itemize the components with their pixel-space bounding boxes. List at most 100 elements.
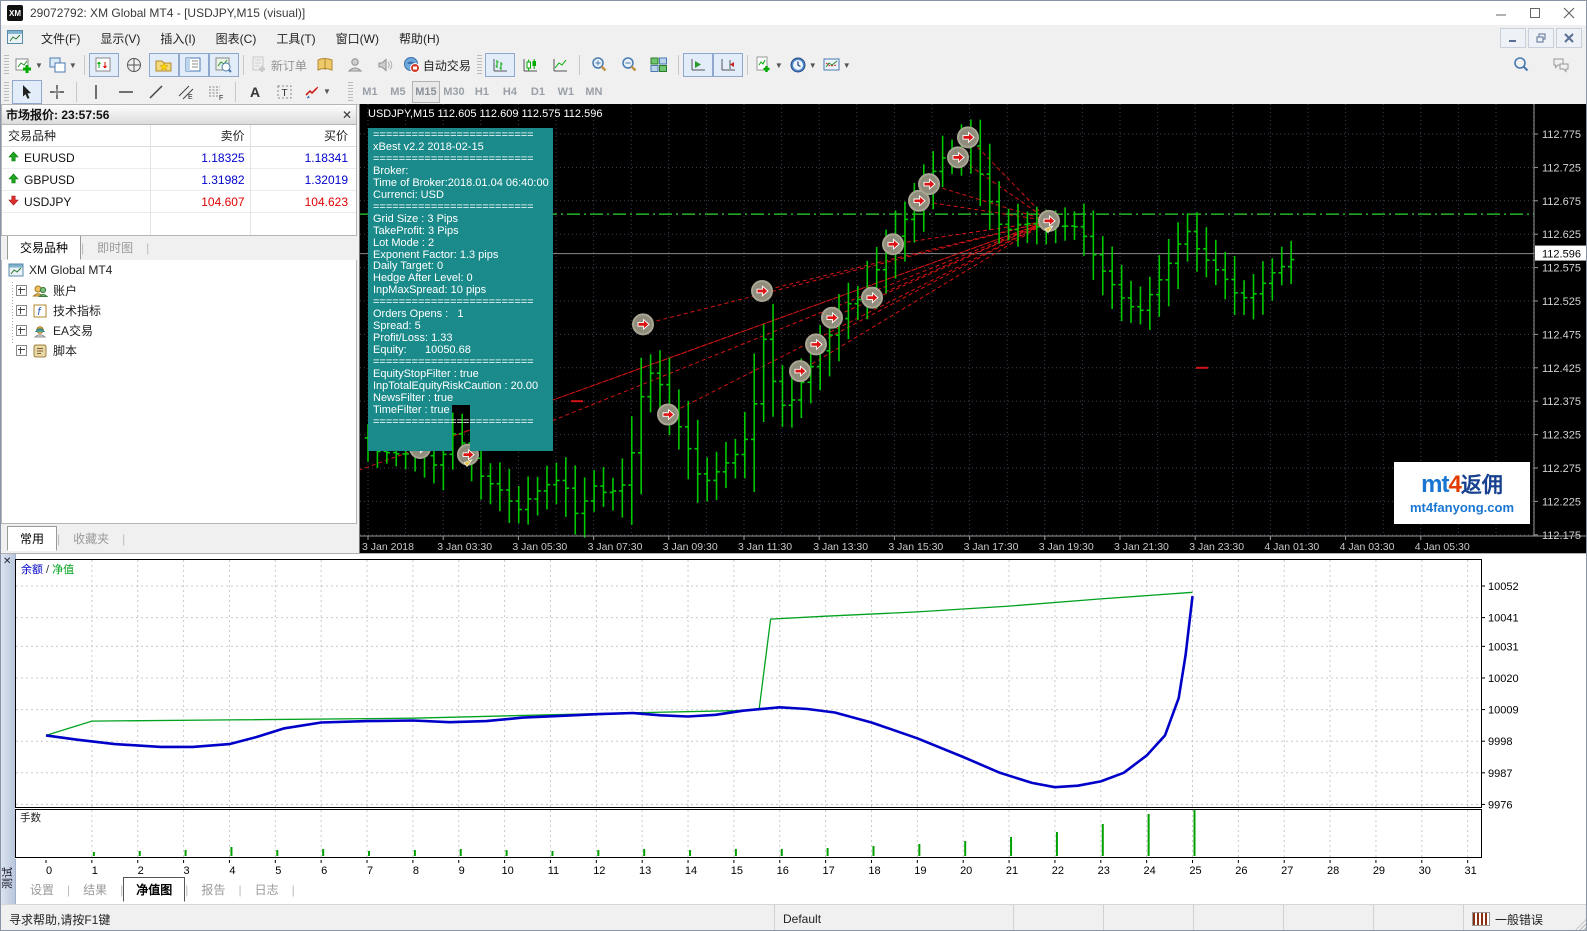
tile-windows-icon[interactable] [644, 53, 674, 77]
symbol-row-usdjpy[interactable]: USDJPY104.607104.623 [2, 191, 356, 213]
chat-icon[interactable] [1546, 53, 1576, 77]
menu-item[interactable]: 窗口(W) [326, 28, 389, 50]
mdi-close-icon[interactable] [1556, 28, 1582, 48]
tester-tab-4[interactable]: 日志 [242, 877, 292, 902]
timeframe-h4[interactable]: H4 [496, 81, 524, 103]
lots-label: 手数 [20, 811, 41, 824]
close-icon[interactable] [1552, 1, 1586, 25]
new-chart-icon[interactable]: ▼ [12, 53, 46, 77]
market-watch-icon[interactable] [89, 53, 119, 77]
broker-watermark: mt4返佣 mt4fanyong.com [1394, 462, 1530, 524]
toolbar-grip[interactable] [4, 55, 9, 75]
equity-balance-chart[interactable]: 1005210041100311002010009999899879976余额 … [15, 559, 1587, 814]
menu-item[interactable]: 文件(F) [31, 28, 90, 50]
navigator-tab-0[interactable]: 常用 [7, 526, 57, 551]
bar-chart-icon[interactable] [485, 53, 515, 77]
line-chart-icon[interactable] [545, 53, 575, 77]
crosshair-icon[interactable] [42, 80, 72, 104]
indicators-icon[interactable]: ▼ [752, 53, 786, 77]
svg-text:3 Jan 07:30: 3 Jan 07:30 [588, 541, 643, 553]
text-icon[interactable]: A [240, 80, 270, 104]
market-watch-table[interactable]: 交易品种卖价买价EURUSD1.183251.18341GBPUSD1.3198… [1, 125, 357, 236]
periods-icon[interactable]: ▼ [786, 53, 820, 77]
tester-tab-3[interactable]: 报告 [188, 877, 238, 902]
chart-window[interactable]: 112.775112.725112.675112.625112.575112.5… [359, 104, 1587, 553]
trade-marker [790, 361, 810, 381]
navigator-tree[interactable]: XM Global MT4账户f技术指标EA交易脚本 [1, 260, 357, 524]
mdi-minimize-icon[interactable] [1500, 28, 1526, 48]
watermark-url: mt4fanyong.com [1410, 501, 1514, 514]
menu-item[interactable]: 显示(V) [90, 28, 150, 50]
metaeditor-icon[interactable] [310, 53, 340, 77]
label-icon[interactable]: T [270, 80, 300, 104]
navigator-item-indicator-f[interactable]: f技术指标 [2, 300, 356, 320]
mdi-restore-icon[interactable] [1528, 28, 1554, 48]
market-watch-tab-0[interactable]: 交易品种 [7, 235, 81, 260]
trendline-icon[interactable] [141, 80, 171, 104]
toolbar-grip[interactable] [477, 55, 482, 75]
navigator-item-accounts[interactable]: 账户 [2, 280, 356, 300]
menu-item[interactable]: 帮助(H) [389, 28, 450, 50]
tester-tab-1[interactable]: 结果 [70, 877, 120, 902]
expand-icon[interactable] [16, 345, 27, 356]
menu-item[interactable]: 图表(C) [206, 28, 267, 50]
templates-icon[interactable]: ▼ [820, 53, 854, 77]
market-watch-close-icon[interactable]: ✕ [342, 108, 352, 122]
tester-tab-0[interactable]: 设置 [17, 877, 67, 902]
svg-text:3 Jan 21:30: 3 Jan 21:30 [1114, 541, 1169, 553]
tester-close-icon[interactable]: ✕ [3, 556, 11, 567]
menu-item[interactable]: 插入(I) [150, 28, 205, 50]
navigator-tab-1[interactable]: 收藏夹 [60, 526, 122, 551]
menu-item[interactable]: 工具(T) [266, 28, 325, 50]
new-order-icon[interactable]: 新订单 [248, 53, 310, 77]
vline-icon[interactable] [81, 80, 111, 104]
tester-tab-2[interactable]: 净值图 [123, 877, 185, 902]
toolbar-grip[interactable] [348, 82, 353, 102]
autotrading-icon[interactable]: 自动交易 [400, 53, 474, 77]
resize-grip[interactable] [1573, 918, 1587, 931]
navigator-item-expert[interactable]: EA交易 [2, 320, 356, 340]
timeframe-m1[interactable]: M1 [356, 81, 384, 103]
timeframe-w1[interactable]: W1 [552, 81, 580, 103]
timeframe-m15[interactable]: M15 [412, 81, 440, 103]
channel-icon[interactable]: E [171, 80, 201, 104]
terminal-icon[interactable] [179, 53, 209, 77]
toolbar-separator [579, 55, 580, 75]
timeframe-m5[interactable]: M5 [384, 81, 412, 103]
expand-icon[interactable] [16, 325, 27, 336]
shapes-icon[interactable]: ▼ [300, 80, 334, 104]
toolbar-grip[interactable] [4, 82, 9, 102]
zoom-out-icon[interactable] [614, 53, 644, 77]
minimize-icon[interactable] [1484, 1, 1518, 25]
candlestick-chart-icon[interactable] [515, 53, 545, 77]
expand-icon[interactable] [16, 305, 27, 316]
expand-icon[interactable] [16, 285, 27, 296]
lots-chart[interactable]: 手数 [15, 809, 1587, 862]
hline-icon[interactable] [111, 80, 141, 104]
symbol-row-eurusd[interactable]: EURUSD1.183251.18341 [2, 147, 356, 169]
strategy-tester-icon[interactable] [209, 53, 239, 77]
search-icon[interactable] [1506, 53, 1536, 77]
community-icon[interactable] [340, 53, 370, 77]
chart-shift-icon[interactable] [713, 53, 743, 77]
navigator-root[interactable]: XM Global MT4 [2, 260, 356, 280]
symbol-row-gbpusd[interactable]: GBPUSD1.319821.32019 [2, 169, 356, 191]
profiles-icon[interactable]: ▼ [46, 53, 80, 77]
timeframe-m30[interactable]: M30 [440, 81, 468, 103]
status-bar: 寻求帮助,请按F1键 Default 一般错误 [1, 904, 1587, 931]
timeframe-mn[interactable]: MN [580, 81, 608, 103]
navigator-icon[interactable] [149, 53, 179, 77]
alerts-icon[interactable] [370, 53, 400, 77]
fibonacci-icon[interactable]: F [201, 80, 231, 104]
navigator-item-script[interactable]: 脚本 [2, 340, 356, 360]
status-profile[interactable]: Default [775, 905, 1014, 931]
maximize-icon[interactable] [1518, 1, 1552, 25]
timeframe-h1[interactable]: H1 [468, 81, 496, 103]
cursor-icon[interactable] [12, 80, 42, 104]
zoom-in-icon[interactable] [584, 53, 614, 77]
timeframe-d1[interactable]: D1 [524, 81, 552, 103]
svg-text:112.525: 112.525 [1542, 296, 1581, 308]
data-window-icon[interactable] [119, 53, 149, 77]
auto-scroll-icon[interactable] [683, 53, 713, 77]
market-watch-tab-1[interactable]: 即时图 [84, 235, 146, 260]
